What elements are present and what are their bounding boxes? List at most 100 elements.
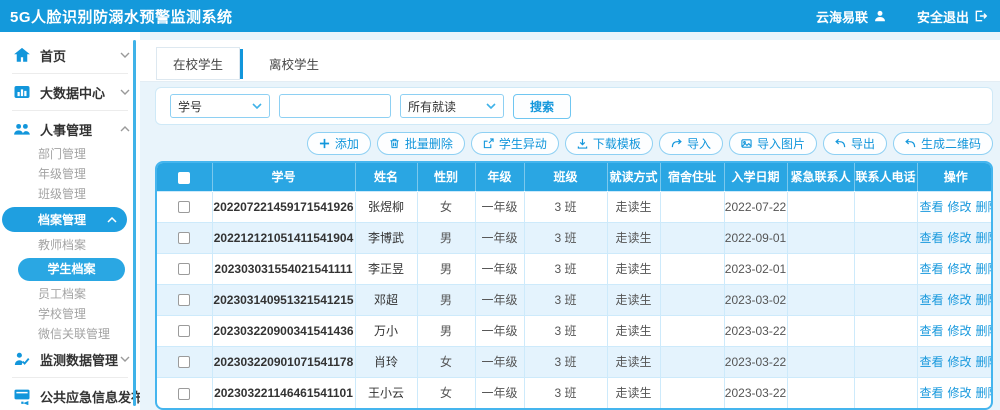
chevron-down-icon <box>120 356 130 362</box>
cell-enroll-date: 2022-07-22 <box>724 191 787 222</box>
delete-link[interactable]: 删除 <box>976 293 993 307</box>
row-checkbox[interactable] <box>178 232 190 244</box>
select-all-checkbox[interactable] <box>178 172 190 184</box>
delete-link[interactable]: 删除 <box>976 200 993 214</box>
cell-emergency-contact <box>787 315 854 346</box>
sidebar-item-monitor[interactable]: 监测数据管理 <box>0 344 140 374</box>
tab-current-students[interactable]: 在校学生 <box>156 47 240 80</box>
sidebar-item-emergency[interactable]: 公共应急信息发布 <box>0 381 140 410</box>
sidebar-item-home[interactable]: 首页 <box>0 40 140 70</box>
chevron-up-icon <box>107 217 117 223</box>
cell-grade: 一年级 <box>475 377 524 408</box>
logout-button[interactable]: 安全退出 <box>917 7 988 26</box>
row-checkbox[interactable] <box>178 388 190 400</box>
sidebar-item-staff-files[interactable]: 员工档案 <box>0 284 140 304</box>
cell-enroll-date: 2022-09-01 <box>724 222 787 253</box>
row-checkbox[interactable] <box>178 263 190 275</box>
field-select[interactable]: 学号 <box>170 94 270 118</box>
cell-actions: 查看修改删除 <box>917 346 993 377</box>
student-change-button[interactable]: 学生异动 <box>471 132 559 155</box>
cell-actions: 查看修改删除 <box>917 191 993 222</box>
view-link[interactable]: 查看 <box>920 262 944 276</box>
cell-student-id: 202207221459171541926 <box>212 191 355 222</box>
chevron-down-icon <box>252 103 262 109</box>
edit-link[interactable]: 修改 <box>948 324 972 338</box>
sidebar-item-big-data[interactable]: 大数据中心 <box>0 77 140 107</box>
batch-delete-button[interactable]: 批量删除 <box>377 132 465 155</box>
delete-link[interactable]: 删除 <box>976 324 993 338</box>
table-row: 202207221459171541926 张煜柳 女 一年级 3 班 走读生 … <box>157 191 993 222</box>
search-button[interactable]: 搜索 <box>513 94 571 119</box>
sidebar-item-dept[interactable]: 部门管理 <box>0 144 140 164</box>
cell-enroll-date: 2023-03-22 <box>724 377 787 408</box>
button-label: 添加 <box>335 135 359 152</box>
toolbar: 添加 批量删除 学生异动 下载模板 导入 <box>155 132 993 155</box>
column-header: 入学日期 <box>724 163 787 191</box>
edit-link[interactable]: 修改 <box>948 262 972 276</box>
tab-separator <box>240 49 243 79</box>
tab-left-students[interactable]: 离校学生 <box>255 48 333 79</box>
cell-enroll-date: 2023-03-22 <box>724 315 787 346</box>
sidebar-item-label: 大数据中心 <box>40 83 105 102</box>
sidebar-item-archives[interactable]: 档案管理 <box>2 207 127 232</box>
download-template-button[interactable]: 下载模板 <box>565 132 653 155</box>
edit-link[interactable]: 修改 <box>948 293 972 307</box>
add-button[interactable]: 添加 <box>307 132 371 155</box>
sidebar-item-wechat[interactable]: 微信关联管理 <box>0 324 140 344</box>
person-check-icon <box>12 350 32 368</box>
delete-link[interactable]: 删除 <box>976 386 993 400</box>
cell-class: 3 班 <box>524 222 607 253</box>
row-checkbox[interactable] <box>178 325 190 337</box>
row-check-cell <box>157 346 212 377</box>
edit-link[interactable]: 修改 <box>948 231 972 245</box>
edit-link[interactable]: 修改 <box>948 200 972 214</box>
sidebar-scrollbar[interactable] <box>133 40 136 406</box>
view-link[interactable]: 查看 <box>920 386 944 400</box>
content: 学号 所有就读 搜索 添加 批量删除 <box>140 82 1000 410</box>
view-link[interactable]: 查看 <box>920 231 944 245</box>
import-images-button[interactable]: 导入图片 <box>729 132 817 155</box>
cell-gender: 女 <box>417 377 475 408</box>
sidebar-item-grade-mgmt[interactable]: 年级管理 <box>0 164 140 184</box>
cell-name: 肖玲 <box>355 346 417 377</box>
sidebar-item-hr[interactable]: 人事管理 <box>0 114 140 144</box>
cell-gender: 男 <box>417 253 475 284</box>
row-check-cell <box>157 284 212 315</box>
view-link[interactable]: 查看 <box>920 200 944 214</box>
delete-link[interactable]: 删除 <box>976 355 993 369</box>
view-link[interactable]: 查看 <box>920 293 944 307</box>
arrow-curve-right-icon <box>671 138 682 149</box>
filter-select[interactable]: 所有就读 <box>400 94 504 118</box>
sidebar-item-teacher-files[interactable]: 教师档案 <box>0 235 140 255</box>
view-link[interactable]: 查看 <box>920 355 944 369</box>
delete-link[interactable]: 删除 <box>976 231 993 245</box>
column-header: 班级 <box>524 163 607 191</box>
row-checkbox[interactable] <box>178 201 190 213</box>
edit-link[interactable]: 修改 <box>948 355 972 369</box>
cell-class: 3 班 <box>524 315 607 346</box>
home-icon <box>12 46 32 64</box>
row-checkbox[interactable] <box>178 356 190 368</box>
download-icon <box>577 138 588 149</box>
cell-student-id: 202303221146461541101 <box>212 377 355 408</box>
sidebar-item-school-mgmt[interactable]: 学校管理 <box>0 304 140 324</box>
user-menu[interactable]: 云海易联 <box>816 7 887 26</box>
row-checkbox[interactable] <box>178 294 190 306</box>
column-header: 学号 <box>212 163 355 191</box>
cell-dorm-address <box>660 191 724 222</box>
sidebar-item-student-files[interactable]: 学生档案 <box>18 258 125 281</box>
view-link[interactable]: 查看 <box>920 324 944 338</box>
column-header: 就读方式 <box>607 163 660 191</box>
cell-emergency-contact <box>787 377 854 408</box>
delete-link[interactable]: 删除 <box>976 262 993 276</box>
export-button[interactable]: 导出 <box>823 132 887 155</box>
cell-grade: 一年级 <box>475 191 524 222</box>
search-input[interactable] <box>279 94 391 118</box>
sidebar-item-class-mgmt[interactable]: 班级管理 <box>0 184 140 204</box>
cell-contact-phone <box>854 346 917 377</box>
cell-emergency-contact <box>787 284 854 315</box>
cell-actions: 查看修改删除 <box>917 253 993 284</box>
edit-link[interactable]: 修改 <box>948 386 972 400</box>
generate-qr-button[interactable]: 生成二维码 <box>893 132 993 155</box>
import-button[interactable]: 导入 <box>659 132 723 155</box>
